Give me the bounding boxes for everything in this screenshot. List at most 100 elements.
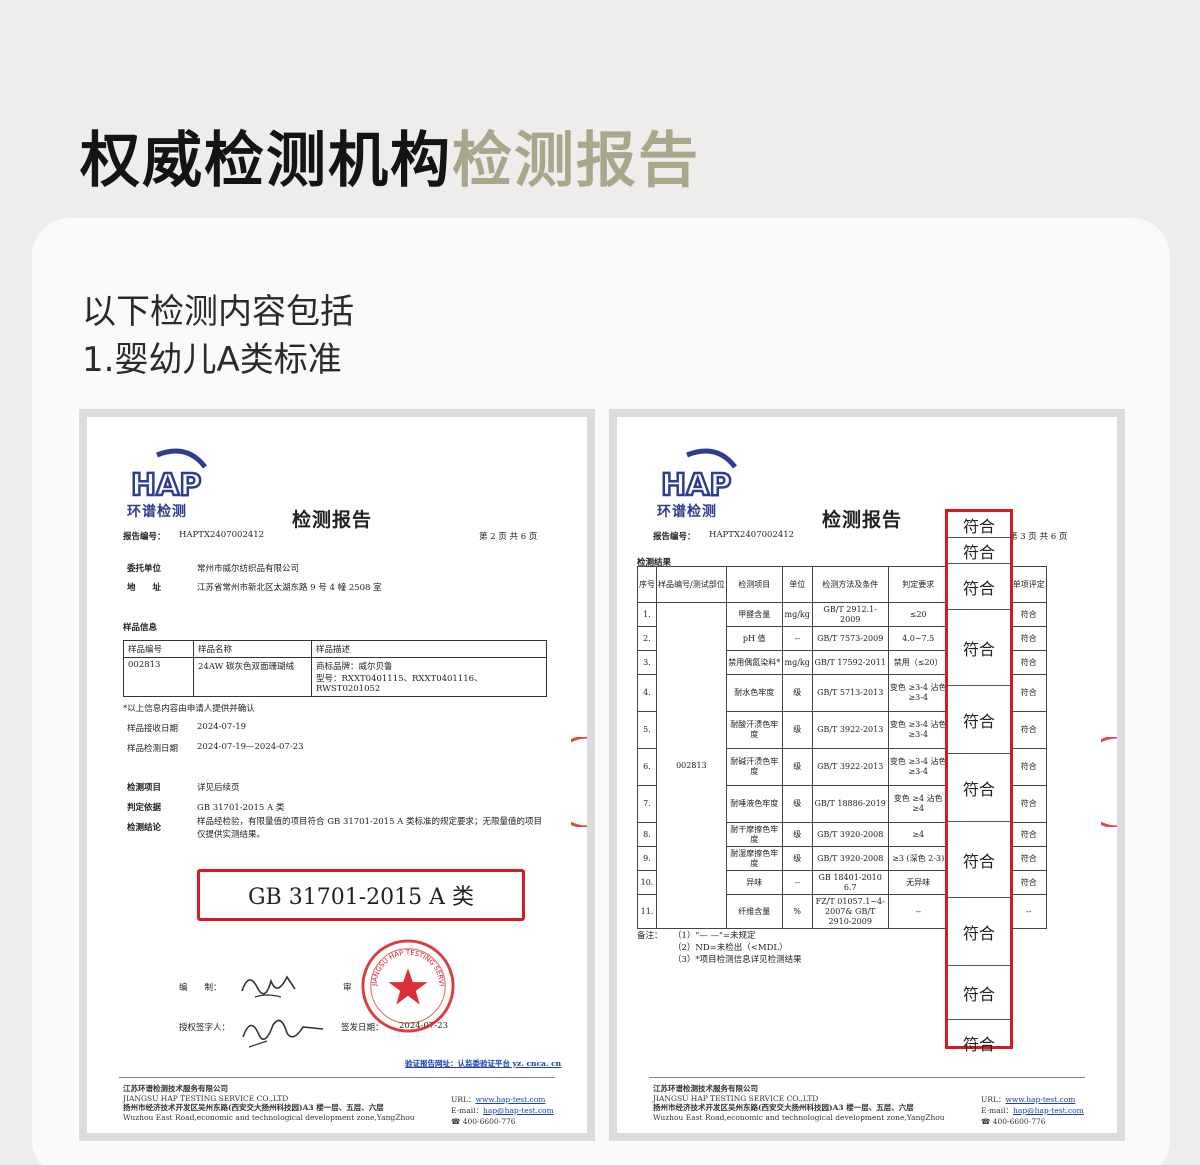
header-unit: 单位 [781,566,813,603]
company-en: JIANGSU HAP TESTING SERVICE CO.,LTD [653,1093,819,1103]
email-link[interactable]: hap@hap-test.com [1013,1106,1084,1115]
conform-cell: 符合 [948,538,1010,564]
sample-info-label: 样品信息 [123,623,158,633]
signer-signature-icon [242,1019,324,1048]
company-cn: 江苏环谱检测技术服务有限公司 [653,1084,758,1093]
item-label: 检测项目 [127,783,162,793]
row-unit: 级 [781,748,813,786]
row-method: GB/T 3920-2008 [811,822,889,847]
tested-label: 样品检测日期 [127,744,179,754]
row-req: 变色 ≥3-4 沾色 ≥3-4 [887,748,949,786]
row-method: FZ/T 01057.1~4-2007& GB/T 2910-2009 [811,894,889,929]
row-item: pH 值 [725,626,783,651]
conform-highlight-column: 符合 符合 符合 符合 符合 符合 符合 符合 符合 符合 [945,509,1013,1054]
phone-icon: ☎ [451,1117,463,1126]
sample-header-desc: 样品描述 [311,640,547,658]
row-item: 禁用偶氮染料* [725,650,783,675]
row-req: 变色 ≥4 沾色 ≥4 [887,785,949,823]
basis-value: GB 31701-2015 A 类 [197,803,285,813]
row-req: ≥4 [887,822,949,847]
report-page-2: HAP 环谱检测 检测报告 报告编号： HAPTX2407002412 第 2 … [87,417,587,1133]
phone: 400-6600-776 [992,1117,1046,1126]
intro-text: 以下检测内容包括 1.婴幼儿A类标准 [82,288,354,384]
logo-letters: HAP [131,468,201,503]
row-req: ≤20 [887,602,949,627]
footer-company: 江苏环谱检测技术服务有限公司 JIANGSU HAP TESTING SERVI… [653,1084,945,1122]
phone: 400-6600-776 [462,1117,516,1126]
row-method: GB/T 7573-2009 [811,626,889,651]
conform-cell: 符合 [948,966,1010,1020]
conclusion-line-2: 仅提供实测结果。 [197,830,266,840]
conform-cell: 符合 [948,686,1010,754]
company-addr-cn: 扬州市经济技术开发区吴州东路(西安交大扬州科技园)A3 楼一层、五层、六层 [123,1103,384,1112]
sample-desc: 商标品牌：威尔贝鲁 型号：RXXT0401115、RXXT0401116、RWS… [311,657,547,697]
report-no-label: 报告编号： [123,532,166,542]
row-unit: % [781,894,813,929]
edge-seal-icon [571,737,587,827]
company-en: JIANGSU HAP TESTING SERVICE CO.,LTD [123,1093,289,1103]
row-req: 4.0~7.5 [887,626,949,651]
sample-name: 24AW 碳灰色双面珊瑚绒 [193,657,312,697]
row-unit: mg/kg [781,650,813,675]
url-link[interactable]: www.hap-test.com [475,1095,545,1104]
row-no: 2. [637,626,657,651]
sample-model: 型号：RXXT0401115、RXXT0401116、RWST0201052 [316,674,483,694]
sample-no: 002813 [656,602,727,929]
note-2: （2）ND=未检出（<MDL） [673,943,788,953]
row-eval: 符合 [1010,785,1047,823]
row-eval: 符合 [1010,846,1047,871]
reviewer-label: 审 [343,983,352,993]
row-method: GB/T 3922-2013 [811,748,889,786]
editor-label: 编 制： [179,983,222,993]
conform-cell: 符合 [948,610,1010,686]
header-item: 检测项目 [725,566,783,603]
edge-seal-icon [1101,737,1117,827]
editor-signature-icon [241,975,296,998]
row-req: 变色 ≥3-4 沾色 ≥3-4 [887,674,949,712]
row-item: 耐唾液色牢度 [725,785,783,823]
row-no: 8. [637,822,657,847]
tested-date: 2024-07-19—2024-07-23 [197,742,304,752]
header-req: 判定要求 [887,566,949,603]
row-eval: 符合 [1010,711,1047,749]
row-item: 异味 [725,870,783,895]
row-method: GB/T 18886-2019 [811,785,889,823]
company-addr-en: Wuzhou East Road,economic and technologi… [653,1112,945,1122]
report-no: HAPTX2407002412 [179,530,265,540]
company-addr-en: Wuzhou East Road,economic and technologi… [123,1112,415,1122]
report-page-3: HAP 环谱检测 检测报告 报告编号： HAPTX2407002412 第 3 … [617,417,1117,1133]
row-no: 9. [637,846,657,871]
received-label: 样品接收日期 [127,724,179,734]
url-label: URL： [451,1095,476,1104]
doc-title: 检测报告 [822,509,903,531]
row-no: 3. [637,650,657,675]
footer-divider [649,1077,1085,1078]
footer-company: 江苏环谱检测技术服务有限公司 JIANGSU HAP TESTING SERVI… [123,1084,415,1122]
report-page-2-frame: HAP 环谱检测 检测报告 报告编号： HAPTX2407002412 第 2 … [79,409,595,1141]
intro-line-2: 1.婴幼儿A类标准 [82,340,342,380]
email-link[interactable]: hap@hap-test.com [483,1106,554,1115]
row-unit: 级 [781,674,813,712]
page-number: 第 3 页 共 6 页 [1009,532,1068,542]
row-req: ≥3 (深色 2-3) [887,846,949,871]
url-label: URL： [981,1095,1006,1104]
sample-brand: 商标品牌：威尔贝鲁 [316,662,393,672]
row-item: 耐水色牢度 [725,674,783,712]
notes-label: 备注： [637,931,663,941]
conform-cell: 符合 [948,754,1010,822]
basis-label: 判定依据 [127,803,162,813]
row-eval: 符合 [1010,650,1047,675]
verify-link[interactable]: 验证报告网址：认监委验证平台 yz. cnca. cn [405,1058,561,1069]
footer-divider [119,1077,555,1078]
note-3: （3）*项目检测信息详见检测结果 [673,955,802,965]
page-headline: 权威检测机构检测报告 [80,112,700,199]
row-unit: -- [781,870,813,895]
header-no: 序号 [637,566,657,603]
received-date: 2024-07-19 [197,722,247,732]
url-link[interactable]: www.hap-test.com [1005,1095,1075,1104]
row-no: 11. [637,894,657,929]
client: 常州市威尔纺织品有限公司 [197,564,300,574]
logo-text: 环谱检测 [657,504,717,520]
row-eval: -- [1010,894,1047,929]
seal-text: JIANGSU HAP TESTING SERVICE [359,937,445,987]
